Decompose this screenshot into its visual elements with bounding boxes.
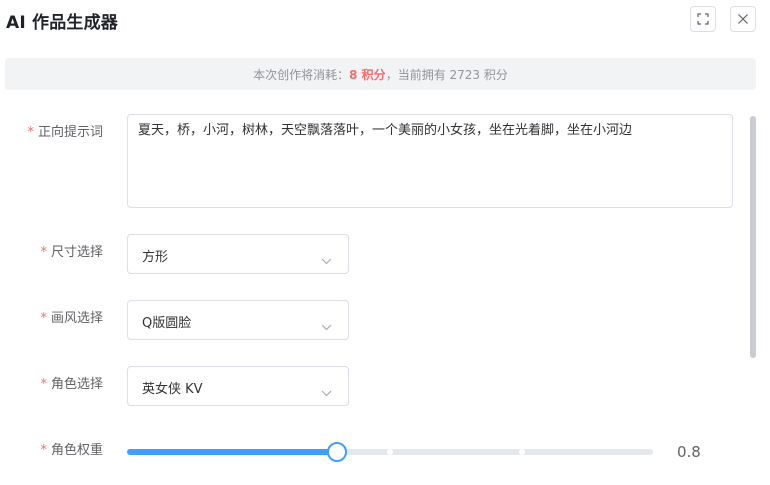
fullscreen-icon xyxy=(697,13,709,25)
close-button[interactable] xyxy=(730,6,756,32)
slider-thumb[interactable] xyxy=(327,442,348,462)
slider-stop xyxy=(518,449,525,455)
character-label: * 角色选择 xyxy=(40,373,103,392)
weight-value: 0.8 xyxy=(677,443,701,461)
size-label-text: 尺寸选择 xyxy=(50,245,103,260)
weight-label: * 角色权重 xyxy=(40,439,103,458)
style-label: * 画风选择 xyxy=(40,307,103,326)
weight-slider[interactable] xyxy=(127,440,653,464)
close-icon xyxy=(737,13,749,25)
cost-amount: 8 积分 xyxy=(349,67,386,82)
character-select[interactable]: 英女侠 KV xyxy=(127,366,349,406)
cost-notice: 本次创作将消耗： 8 积分 ，当前拥有 2723 积分 xyxy=(5,58,756,90)
prompt-label: * 正向提示词 xyxy=(27,121,103,140)
style-select-value: Q版圆脸 xyxy=(142,316,192,331)
style-label-text: 画风选择 xyxy=(50,311,103,326)
vertical-scrollbar[interactable] xyxy=(750,116,756,358)
prompt-label-text: 正向提示词 xyxy=(37,125,103,140)
required-mark: * xyxy=(27,125,34,140)
style-select[interactable]: Q版圆脸 xyxy=(127,300,349,340)
size-select[interactable]: 方形 xyxy=(127,234,349,274)
slider-stop xyxy=(387,449,393,455)
dialog-title: AI 作品生成器 xyxy=(6,13,119,33)
ai-generator-dialog: AI 作品生成器 本次创作将消耗： 8 积分 ，当前拥有 2723 积分 * 正向提示… xyxy=(0,0,770,485)
chevron-down-icon xyxy=(321,250,332,269)
size-select-value: 方形 xyxy=(142,250,169,265)
character-select-value: 英女侠 KV xyxy=(142,382,203,397)
cost-notice-prefix: 本次创作将消耗： xyxy=(253,67,350,82)
chevron-down-icon xyxy=(321,316,332,335)
required-mark: * xyxy=(40,311,47,326)
prompt-textarea[interactable]: 夏天，桥，小河，树林，天空飘落落叶，一个美丽的小女孩，坐在光着脚，坐在小河边 xyxy=(127,114,733,208)
required-mark: * xyxy=(40,443,47,458)
cost-notice-suffix: ，当前拥有 2723 积分 xyxy=(385,67,508,82)
required-mark: * xyxy=(40,377,47,392)
slider-fill xyxy=(127,449,338,455)
required-mark: * xyxy=(40,245,47,260)
weight-label-text: 角色权重 xyxy=(50,443,103,458)
chevron-down-icon xyxy=(321,382,332,401)
character-label-text: 角色选择 xyxy=(50,377,103,392)
size-label: * 尺寸选择 xyxy=(40,241,103,260)
fullscreen-button[interactable] xyxy=(690,6,716,32)
